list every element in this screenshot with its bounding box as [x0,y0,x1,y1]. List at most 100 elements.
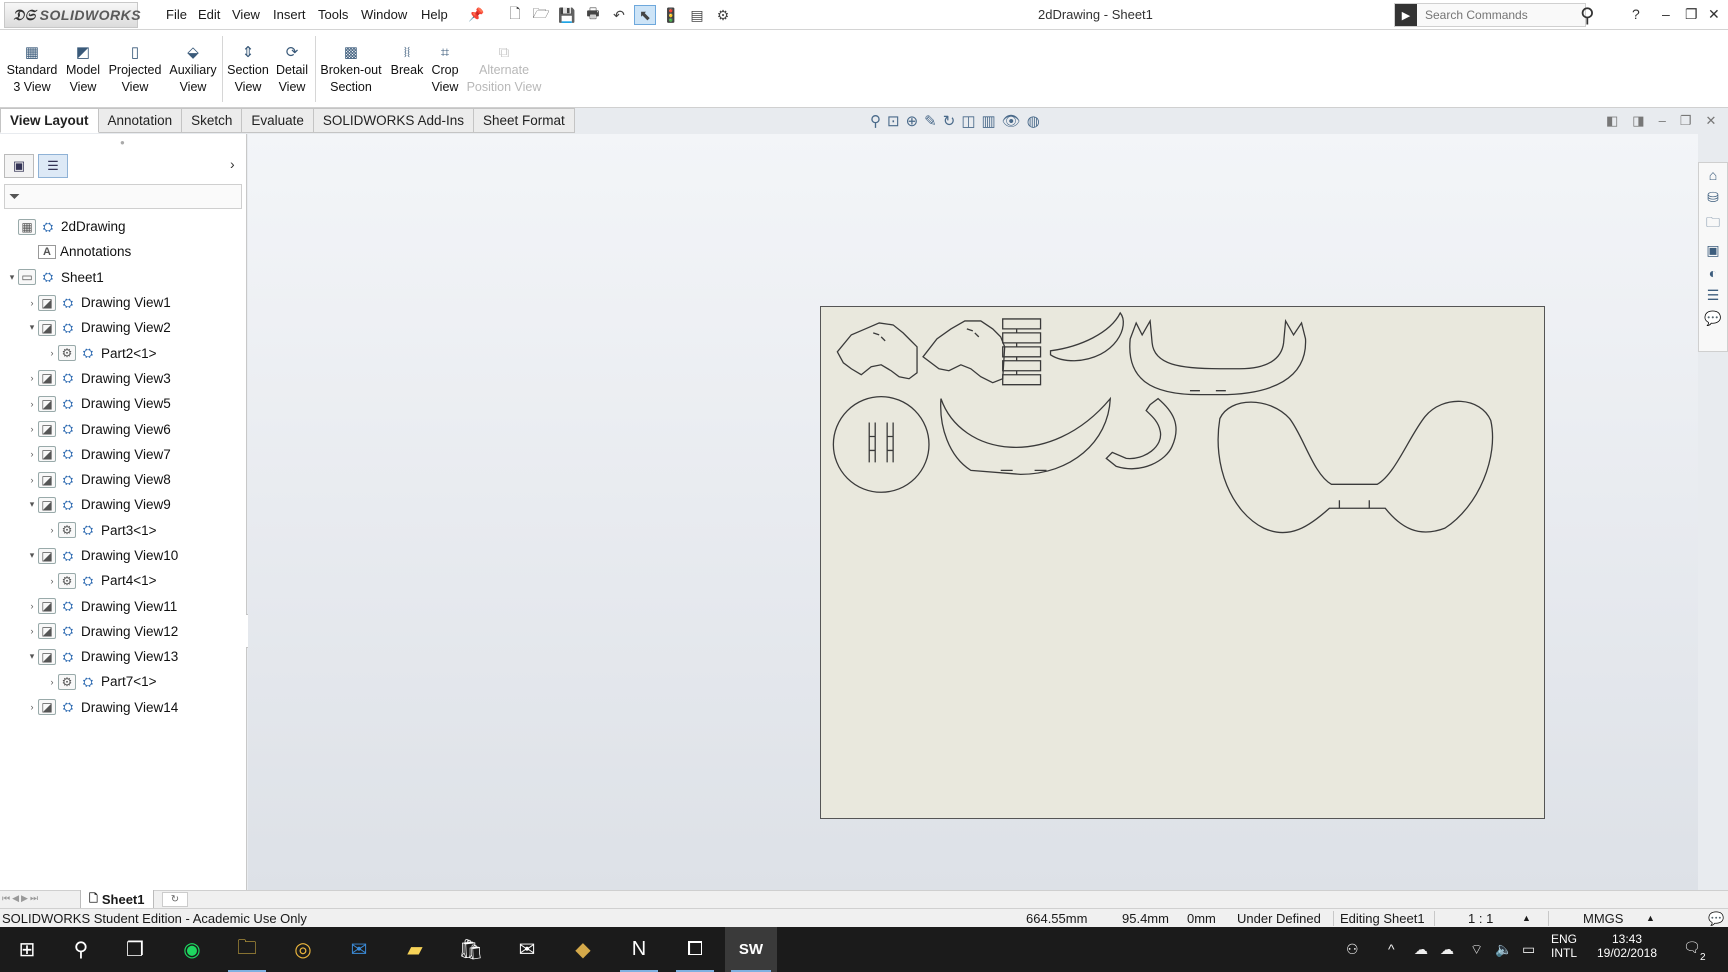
pin-icon[interactable]: 📌 [468,7,484,23]
scale-up-arrow-icon[interactable]: ▲ [1522,913,1531,923]
detail-view-button[interactable]: ⟳ Detail View [272,44,312,96]
tree-node[interactable]: ▾ ◪ ⛭ Drawing View13 [0,644,246,669]
chevron-right-icon[interactable]: › [26,702,38,712]
chevron-right-icon[interactable]: › [46,525,58,535]
chevron-down-icon[interactable]: ▾ [6,272,18,283]
chevron-right-icon[interactable]: › [26,475,38,485]
solidworks-taskbar-button[interactable]: SW [725,927,777,972]
tab-sketch[interactable]: Sketch [182,108,243,133]
save-icon[interactable]: 💾 [556,5,578,25]
units-up-arrow-icon[interactable]: ▲ [1646,913,1655,923]
people-icon[interactable]: ⚇ [1346,941,1359,958]
menu-file[interactable]: File [166,7,187,22]
tree-node[interactable]: › ◪ ⛭ Drawing View11 [0,593,246,618]
tree-node[interactable]: › ◪ ⛭ Drawing View3 [0,366,246,391]
unit-system[interactable]: MMGS [1583,911,1623,926]
spotify-icon[interactable]: ◉ [167,927,217,972]
tree-node[interactable]: › ◪ ⛭ Drawing View6 [0,416,246,441]
search-input[interactable] [1417,8,1557,22]
feature-manager-tree-icon[interactable]: ☰ [38,154,68,178]
zoom-to-fit-icon[interactable]: ⚲ [870,112,881,130]
file-explorer-icon[interactable]: 🗀 [1706,212,1720,236]
menu-edit[interactable]: Edit [198,7,220,22]
tree-node[interactable]: ▦ ⛭ 2dDrawing [0,214,246,239]
search-icon[interactable]: ⚲ [1580,3,1595,28]
sticky-notes-icon[interactable]: ▰ [390,927,440,972]
options-gear-icon[interactable]: ⚙ [712,5,734,25]
tree-filter-field[interactable]: ⏷ [4,184,242,209]
tooltip-comment-icon[interactable]: 💬 [1708,911,1724,927]
task-view-icon[interactable]: ❐ [110,927,160,972]
chevron-right-icon[interactable]: › [46,348,58,358]
previous-view-icon[interactable]: ⊕ [906,112,919,130]
first-sheet-icon[interactable]: ⏮ [2,893,10,904]
appearances-icon[interactable]: ◐ [1709,265,1717,281]
new-document-icon[interactable]: 🗋 [504,5,526,25]
language-indicator[interactable]: ENG INTL [1546,932,1582,960]
display-style-icon[interactable]: ▥ [982,112,996,130]
chevron-right-icon[interactable]: › [26,449,38,459]
tab-solidworks-add-ins[interactable]: SOLIDWORKS Add-Ins [313,108,474,133]
chrome-icon[interactable]: ◎ [278,927,328,972]
windows-start-icon[interactable]: ⊞ [2,927,52,972]
search-taskbar-icon[interactable]: ⚲ [56,927,106,972]
drawing-sheet[interactable] [820,306,1545,819]
rotate-icon[interactable]: ↻ [943,112,956,130]
tree-node[interactable]: ▾ ◪ ⛭ Drawing View10 [0,543,246,568]
file-explorer-taskbar-icon[interactable]: 🗀 [222,927,272,972]
tree-node[interactable]: › ⚙ ⛭ Part2<1> [0,340,246,365]
chevron-down-icon[interactable]: ▾ [26,651,38,662]
tree-node[interactable]: › ◪ ⛭ Drawing View7 [0,442,246,467]
chevron-right-icon[interactable]: › [26,626,38,636]
graphics-area[interactable] [248,134,1698,890]
onenote-icon[interactable]: N [614,927,664,972]
panel-grip[interactable]: ● [120,138,125,147]
home-icon[interactable]: ⌂ [1709,167,1717,183]
chevron-right-icon[interactable]: › [46,576,58,586]
section-view-hud-icon[interactable]: ◫ [961,112,975,130]
store-icon[interactable]: 🛍 [446,927,496,972]
tree-node[interactable]: › ⚙ ⛭ Part4<1> [0,568,246,593]
next-sheet-icon[interactable]: ▶ [21,893,28,904]
hide-show-items-icon[interactable]: 👁 [1002,112,1021,130]
tree-node[interactable]: › ◪ ⛭ Drawing View5 [0,391,246,416]
tree-node[interactable]: › ◪ ⛭ Drawing View14 [0,695,246,720]
tree-node[interactable]: ▾ ◪ ⛭ Drawing View9 [0,492,246,517]
tab-sheet-format[interactable]: Sheet Format [473,108,575,133]
menu-insert[interactable]: Insert [273,7,306,22]
tab-evaluate[interactable]: Evaluate [242,108,314,133]
break-button[interactable]: ⧘⧙ Break [388,44,426,79]
print-icon[interactable]: 🖶 [582,5,604,25]
crop-view-button[interactable]: ⌗ Crop View [428,44,462,96]
file-properties-icon[interactable]: ▤ [686,5,708,25]
tab-view-layout[interactable]: View Layout [0,108,99,133]
zoom-to-area-icon[interactable]: ⊡ [887,112,900,130]
minimize-icon[interactable]: – [1662,6,1670,22]
onedrive-icon[interactable]: ☁ [1440,941,1454,958]
tree-node[interactable]: › ⚙ ⛭ Part7<1> [0,669,246,694]
section-view-button[interactable]: ⇕ Section View [226,44,270,96]
select-pointer-icon[interactable]: ⬉ [634,5,656,25]
volume-icon[interactable]: 🔈 [1495,941,1512,958]
outlook-icon[interactable]: ✉ [334,927,384,972]
viewport-tile-icon[interactable]: ◨ [1632,113,1644,129]
chevron-down-icon[interactable]: ▾ [26,322,38,333]
onedrive-sync-icon[interactable]: ☁ [1414,941,1428,958]
viewport-minimize-icon[interactable]: – [1659,113,1666,129]
view-settings-icon[interactable]: ◍ [1027,112,1040,130]
chevron-right-icon[interactable]: › [26,399,38,409]
close-icon[interactable]: ✕ [1708,6,1720,23]
app-bracket-icon[interactable]: ⧠ [670,927,720,972]
design-library-icon[interactable]: ⛁ [1707,189,1719,206]
rebuild-icon[interactable]: 🚦 [660,5,682,25]
tree-node[interactable]: › ◪ ⛭ Drawing View8 [0,467,246,492]
tree-node[interactable]: › ◪ ⛭ Drawing View1 [0,290,246,315]
menu-tools[interactable]: Tools [318,7,348,22]
show-hidden-icons[interactable]: ^ [1388,941,1395,957]
chevron-right-icon[interactable]: › [26,298,38,308]
mail-icon[interactable]: ✉ [502,927,552,972]
menu-help[interactable]: Help [421,7,448,22]
alternate-position-view-button[interactable]: ⧉ Alternate Position View [466,44,542,96]
chevron-down-icon[interactable]: ▾ [26,550,38,561]
auxiliary-view-button[interactable]: ⬙ Auxiliary View [166,44,220,96]
